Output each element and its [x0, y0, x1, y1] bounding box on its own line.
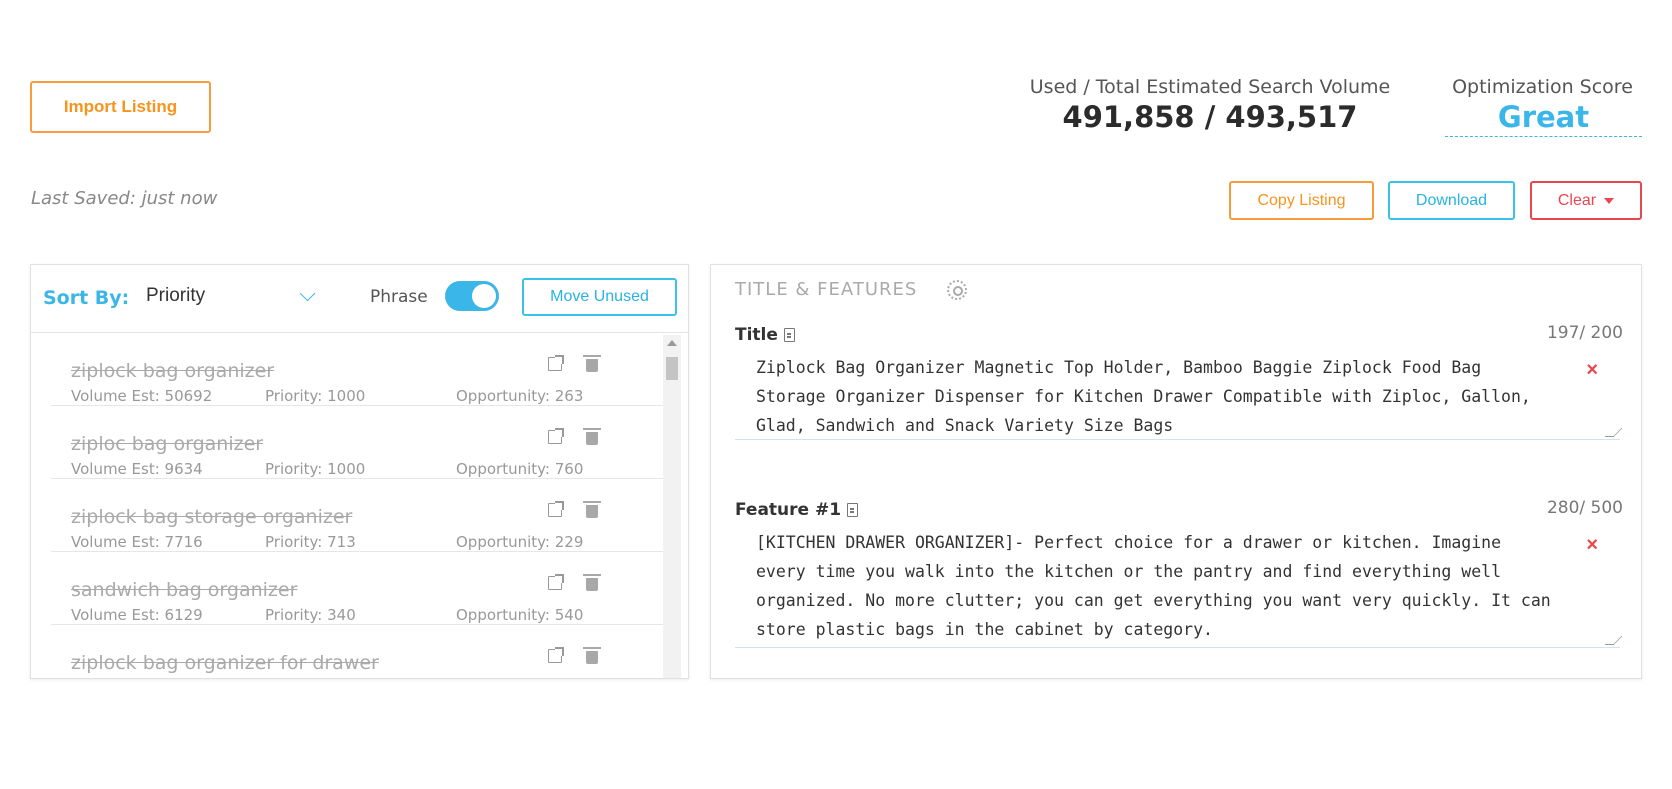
trash-icon[interactable] — [583, 647, 601, 664]
feature1-char-count: 280/ 500 — [1546, 498, 1623, 518]
search-volume-label: Used / Total Estimated Search Volume — [1029, 76, 1391, 98]
last-saved-status: Last Saved: just now — [31, 188, 218, 209]
title-text: Ziplock Bag Organizer Magnetic Top Holde… — [756, 358, 1531, 435]
keyword-phrase: ziplock bag organizer for drawer — [71, 652, 379, 674]
keywords-panel: Sort By: Priority Phrase Move Unused zip… — [30, 264, 689, 679]
keyword-volume: Volume Est: 9634 — [71, 460, 203, 478]
feature1-textarea[interactable]: [KITCHEN DRAWER ORGANIZER]- Perfect choi… — [735, 524, 1623, 648]
title-textarea[interactable]: Ziplock Bag Organizer Magnetic Top Holde… — [735, 349, 1623, 440]
title-label-text: Title — [735, 325, 778, 345]
remove-feature1-close-icon[interactable]: × — [1586, 534, 1598, 557]
toggle-knob — [472, 284, 496, 308]
sort-by-value: Priority — [146, 285, 206, 306]
keyword-phrase: ziploc bag organizer — [71, 433, 264, 455]
trash-icon[interactable] — [583, 355, 601, 372]
title-field-label: Title — [735, 325, 795, 345]
listing-builder-page: Import Listing Used / Total Estimated Se… — [0, 0, 1672, 789]
import-listing-button[interactable]: Import Listing — [30, 81, 211, 133]
feature1-text: [KITCHEN DRAWER ORGANIZER]- Perfect choi… — [756, 533, 1551, 639]
title-features-panel: TITLE & FEATURES Title 197/ 200 Ziplock … — [710, 264, 1642, 679]
sort-by-select[interactable]: Priority — [146, 277, 321, 315]
download-button[interactable]: Download — [1388, 181, 1515, 220]
open-link-icon[interactable] — [548, 574, 564, 590]
keyword-priority: Priority: 713 — [265, 533, 356, 551]
keyword-volume: Volume Est: 7716 — [71, 533, 203, 551]
gear-icon[interactable] — [947, 280, 967, 300]
keyword-list: ziplock bag organizer Volume Est: 50692 … — [51, 333, 673, 678]
open-link-icon[interactable] — [548, 355, 564, 371]
trash-icon[interactable] — [583, 501, 601, 518]
keyword-priority: Priority: 1000 — [265, 387, 366, 405]
sort-by-label: Sort By: — [43, 287, 130, 309]
keyword-phrase: ziplock bag storage organizer — [71, 506, 353, 528]
copy-document-icon[interactable] — [783, 328, 795, 342]
keyword-opportunity: Opportunity: 229 — [456, 533, 584, 551]
optimization-score-label: Optimization Score — [1452, 76, 1633, 98]
phrase-toggle-label: Phrase — [370, 287, 428, 307]
keyword-phrase: ziplock bag organizer — [71, 360, 275, 382]
keyword-opportunity: Opportunity: 760 — [456, 460, 584, 478]
scrollbar-thumb[interactable] — [666, 357, 678, 380]
section-title: TITLE & FEATURES — [735, 279, 918, 300]
caret-down-icon — [1604, 197, 1615, 204]
keyword-priority: Priority: 1000 — [265, 460, 366, 478]
copy-document-icon[interactable] — [847, 503, 859, 517]
phrase-toggle[interactable] — [445, 281, 499, 311]
search-volume-value: 491,858 / 493,517 — [1062, 100, 1358, 134]
keyword-volume: Volume Est: 6129 — [71, 606, 203, 624]
keyword-volume: Volume Est: 50692 — [71, 387, 213, 405]
open-link-icon[interactable] — [548, 501, 564, 517]
remove-title-close-icon[interactable]: × — [1586, 359, 1598, 382]
keyword-phrase: sandwich bag organizer — [71, 579, 298, 601]
feature1-label-text: Feature #1 — [735, 500, 842, 520]
trash-icon[interactable] — [583, 428, 601, 445]
open-link-icon[interactable] — [548, 428, 564, 444]
keyword-row: ziplock bag organizer Volume Est: 50692 … — [51, 333, 673, 406]
keyword-row: ziplock bag storage organizer Volume Est… — [51, 479, 673, 552]
keyword-opportunity: Opportunity: 540 — [456, 606, 584, 624]
chevron-down-icon — [299, 285, 316, 301]
keyword-row: ziploc bag organizer Volume Est: 9634 Pr… — [51, 406, 673, 479]
optimization-score-value[interactable]: Great — [1445, 100, 1642, 137]
open-link-icon[interactable] — [548, 647, 564, 663]
feature1-field-label: Feature #1 — [735, 500, 859, 520]
title-char-count: 197/ 200 — [1546, 323, 1623, 343]
clear-label: Clear — [1557, 191, 1597, 209]
keyword-row: sandwich bag organizer Volume Est: 6129 … — [51, 552, 673, 625]
scroll-up-arrow-icon[interactable] — [667, 340, 677, 346]
keyword-row: ziplock bag organizer for drawer — [51, 625, 673, 678]
keyword-priority: Priority: 340 — [265, 606, 356, 624]
trash-icon[interactable] — [583, 574, 601, 591]
copy-listing-button[interactable]: Copy Listing — [1229, 181, 1374, 220]
move-unused-button[interactable]: Move Unused — [522, 278, 677, 316]
keyword-opportunity: Opportunity: 263 — [456, 387, 584, 405]
keyword-list-scrollbar[interactable] — [663, 335, 681, 678]
clear-dropdown-button[interactable]: Clear — [1530, 181, 1642, 220]
